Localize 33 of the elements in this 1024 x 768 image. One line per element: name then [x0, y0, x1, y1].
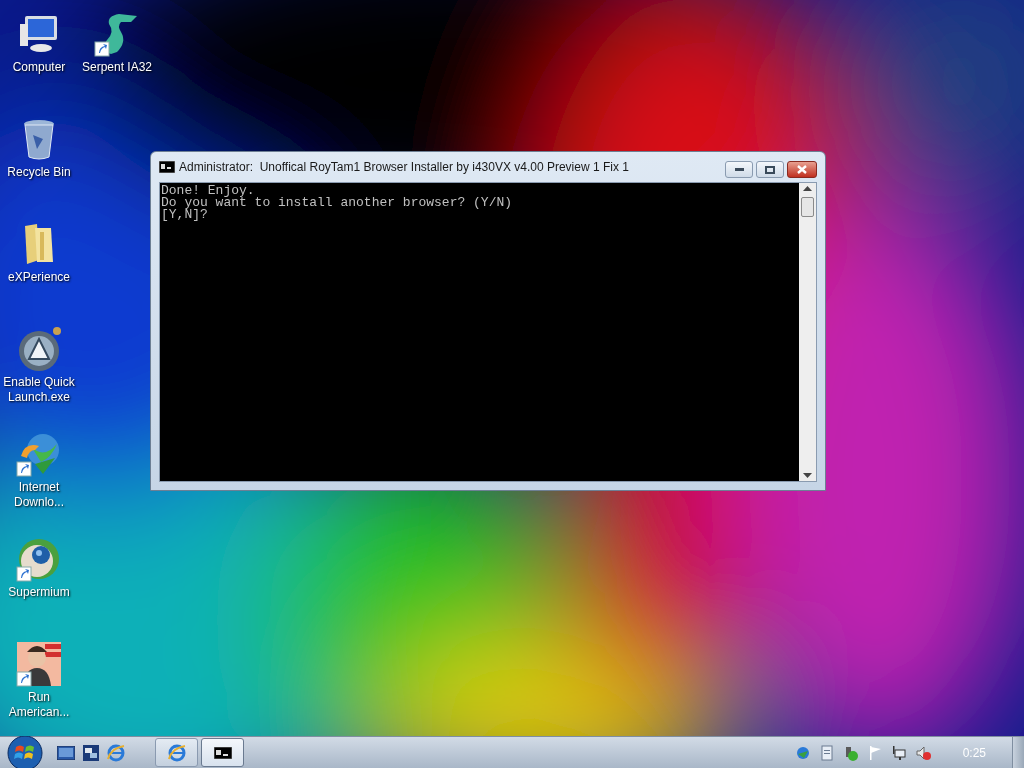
ie-icon[interactable]: [107, 743, 125, 762]
icon-label[interactable]: eXPerience: [0, 270, 78, 285]
icon-label[interactable]: Internet Downlo...: [0, 480, 78, 510]
window-title: Administrator: Unoffical RoyTam1 Browser Installer by i430VX v4.00 Preview 1 Fix 1: [179, 159, 630, 176]
minimize-button[interactable]: [725, 161, 753, 178]
console-line: Done! Enjoy.: [161, 185, 255, 197]
console-app-icon: [159, 161, 175, 173]
icon-label[interactable]: Computer: [0, 60, 78, 75]
show-desktop-icon[interactable]: [57, 745, 75, 760]
network-icon[interactable]: [890, 744, 907, 761]
scroll-down-icon[interactable]: [803, 473, 812, 478]
start-button[interactable]: [7, 734, 43, 768]
scroll-thumb[interactable]: [801, 197, 814, 217]
ie-icon[interactable]: [167, 743, 186, 762]
console-app-icon: [213, 746, 232, 759]
switch-windows-icon[interactable]: [83, 744, 99, 761]
close-button[interactable]: [787, 161, 817, 178]
icon-label[interactable]: Serpent IA32: [78, 60, 156, 75]
close-icon: [797, 165, 807, 174]
speaker-muted-icon[interactable]: [914, 744, 931, 761]
document-icon[interactable]: [818, 744, 835, 761]
minimize-icon: [734, 168, 744, 171]
icon-label[interactable]: Recycle Bin: [0, 165, 78, 180]
maximize-icon: [765, 165, 775, 174]
figure-icon[interactable]: [15, 640, 63, 688]
scroll-up-icon[interactable]: [803, 186, 812, 191]
scrollbar[interactable]: [799, 183, 816, 481]
icon-label[interactable]: Enable Quick Launch.exe: [0, 375, 78, 405]
console-line: Do you want to install another browser? (Y/N): [161, 197, 514, 209]
taskbar-button[interactable]: [201, 738, 244, 767]
maximize-button[interactable]: [756, 161, 784, 178]
console-line: [Y,N]?: [161, 209, 209, 221]
globe-icon[interactable]: [794, 744, 811, 761]
